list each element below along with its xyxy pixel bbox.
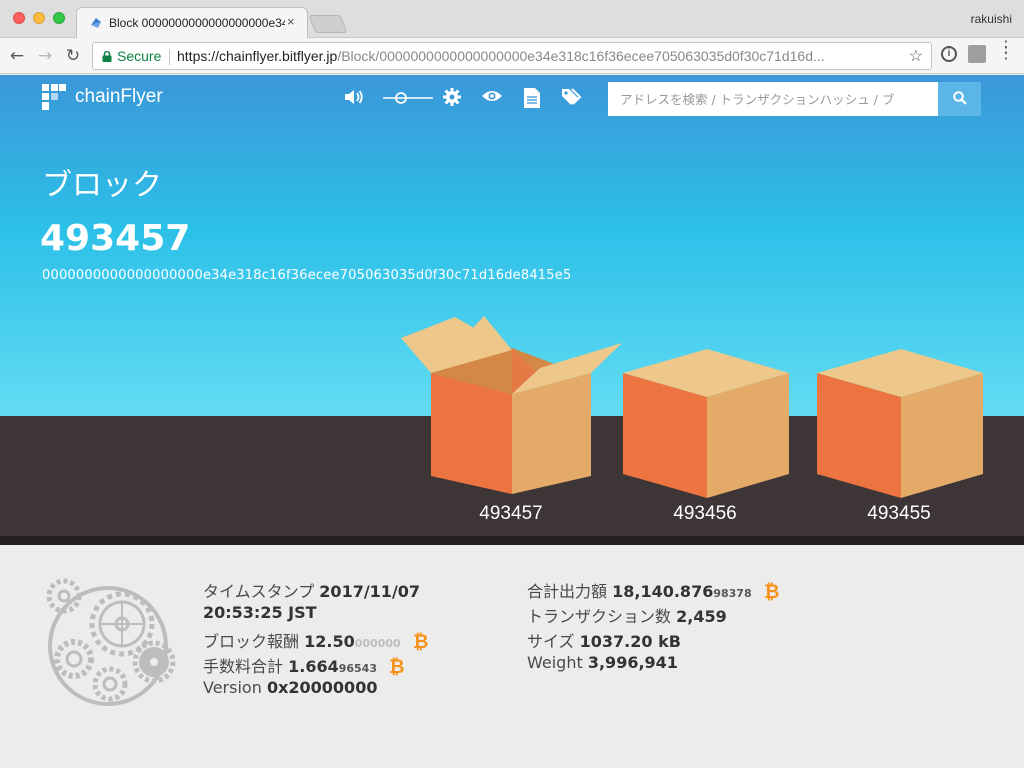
page-title: ブロック xyxy=(42,168,162,203)
timestamp-date: 2017/11/07 xyxy=(319,582,421,601)
size-value: 1037.20 kB xyxy=(579,632,681,651)
bitcoin-icon: ₿ xyxy=(764,581,779,601)
older-block-box[interactable] xyxy=(816,348,984,500)
tab-title: Block 0000000000000000000e34e318c16f36ec… xyxy=(109,16,285,30)
block-reward-small: 000000 xyxy=(354,637,401,650)
version-value: 0x20000000 xyxy=(266,678,378,697)
version-label: Version xyxy=(203,678,262,697)
gear-icon[interactable] xyxy=(443,88,461,108)
chainflyer-favicon-icon xyxy=(91,18,101,28)
weight-label: Weight xyxy=(527,653,583,672)
bookmark-star-icon[interactable]: ☆ xyxy=(909,46,923,66)
block-hash: 0000000000000000000e34e318c16f36ecee7050… xyxy=(42,268,572,283)
url-path: /Block/0000000000000000000e34e318c16f36e… xyxy=(337,48,825,64)
timestamp-time-row: 20:53:25 JST xyxy=(203,603,317,622)
fee-total-small: 96543 xyxy=(338,662,377,675)
weight-row: Weight 3,996,941 xyxy=(527,653,678,672)
previous-block-box[interactable] xyxy=(622,348,790,500)
search-input[interactable] xyxy=(608,82,938,116)
svg-text:₿: ₿ xyxy=(389,656,404,676)
total-output-row: 合計出力額 18,140.87698378 ₿ xyxy=(527,578,781,602)
address-separator xyxy=(169,49,170,65)
weight-value: 3,996,941 xyxy=(587,653,678,672)
transaction-count-row: トランザクション数 2,459 xyxy=(527,603,727,627)
timestamp-time: 20:53:25 JST xyxy=(203,603,317,622)
secure-label: Secure xyxy=(117,48,162,64)
timestamp-label: タイムスタンプ xyxy=(203,582,315,601)
block-reward-label: ブロック報酬 xyxy=(203,632,300,651)
back-arrow-icon[interactable]: ← xyxy=(7,46,27,66)
svg-text:₿: ₿ xyxy=(764,581,779,601)
version-row: Version 0x20000000 xyxy=(203,678,377,697)
browser-menu-icon[interactable]: ⋮⋮ xyxy=(998,39,1014,61)
svg-text:₿: ₿ xyxy=(413,631,428,651)
reload-icon[interactable]: ↻ xyxy=(63,46,83,66)
block-label-current[interactable]: 493457 xyxy=(441,503,581,525)
lock-icon xyxy=(102,51,112,62)
current-block-box[interactable] xyxy=(400,314,624,496)
forward-arrow-icon[interactable]: → xyxy=(35,46,55,66)
volume-icon[interactable] xyxy=(344,88,364,108)
browser-tab-active[interactable]: Block 0000000000000000000e34e318c16f36ec… xyxy=(76,7,308,38)
size-label: サイズ xyxy=(527,632,575,651)
address-bar[interactable]: Secure https://chainflyer.bitflyer.jp/Bl… xyxy=(92,42,932,70)
profile-name[interactable]: rakuishi xyxy=(971,12,1012,26)
logo-text[interactable]: chainFlyer xyxy=(75,86,163,108)
ground-edge xyxy=(0,536,1024,545)
url-text: https://chainflyer.bitflyer.jp/Block/000… xyxy=(177,48,893,64)
block-reward-dim: 0 xyxy=(343,632,355,651)
block-reward-row: ブロック報酬 12.50000000 ₿ xyxy=(203,628,430,652)
block-reward-value: 12.5 xyxy=(304,632,344,651)
close-window-button[interactable] xyxy=(13,12,25,24)
bitcoin-icon: ₿ xyxy=(413,631,428,651)
fee-total-label: 手数料合計 xyxy=(203,657,284,676)
search-button[interactable] xyxy=(938,82,981,116)
block-label-older[interactable]: 493455 xyxy=(829,503,969,525)
browser-toolbar: ← → ↻ Secure https://chainflyer.bitflyer… xyxy=(0,38,1024,74)
fee-total-row: 手数料合計 1.66496543 ₿ xyxy=(203,653,406,677)
chainflyer-logo-icon[interactable] xyxy=(42,84,66,110)
tags-icon[interactable] xyxy=(562,88,584,108)
extension-icon[interactable] xyxy=(968,45,986,63)
block-height: 493457 xyxy=(40,218,191,259)
info-extension-icon[interactable]: i xyxy=(941,46,957,62)
minimize-window-button[interactable] xyxy=(33,12,45,24)
url-host: https://chainflyer.bitflyer.jp xyxy=(177,48,338,64)
eye-icon[interactable] xyxy=(482,88,502,108)
transaction-count-label: トランザクション数 xyxy=(527,607,672,626)
bitcoin-icon: ₿ xyxy=(389,656,404,676)
total-output-small: 98378 xyxy=(713,587,752,600)
tab-close-icon[interactable]: × xyxy=(287,14,295,29)
gears-icon xyxy=(46,578,176,706)
total-output-label: 合計出力額 xyxy=(527,582,608,601)
size-row: サイズ 1037.20 kB xyxy=(527,628,681,652)
block-label-previous[interactable]: 493456 xyxy=(635,503,775,525)
transaction-count-value: 2,459 xyxy=(676,607,727,626)
fee-total-value: 1.664 xyxy=(288,657,339,676)
total-output-value: 18,140.876 xyxy=(612,582,714,601)
maximize-window-button[interactable] xyxy=(53,12,65,24)
search-icon xyxy=(952,90,967,105)
document-icon[interactable] xyxy=(524,88,540,108)
new-tab-button[interactable] xyxy=(308,15,348,33)
timestamp-row: タイムスタンプ 2017/11/07 xyxy=(203,578,420,602)
window-titlebar: Block 0000000000000000000e34e318c16f36ec… xyxy=(0,0,1024,38)
volume-slider[interactable] xyxy=(383,90,433,110)
